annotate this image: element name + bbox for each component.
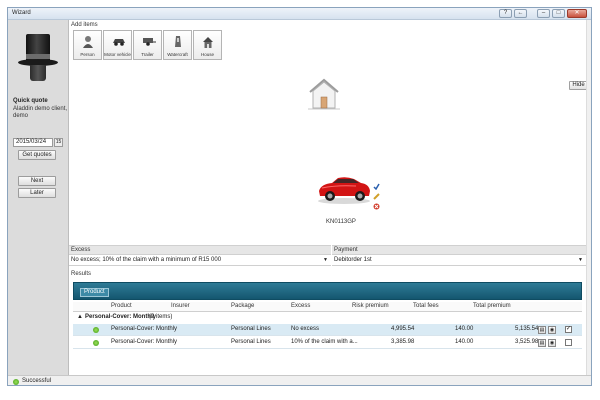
quote-date-field[interactable]: 2015/03/24 (13, 138, 53, 147)
magic-hat-logo (16, 34, 60, 82)
group-title: Personal-Cover: Monthly (85, 314, 157, 320)
car-icon[interactable] (316, 172, 372, 204)
cell-total-fees: 140.00 (455, 326, 474, 332)
cell-excess: No excess (291, 326, 320, 332)
vehicle-registration: KN0113GP (326, 219, 356, 225)
col-excess[interactable]: Excess (291, 302, 310, 311)
status-ok-icon (93, 327, 99, 333)
calendar-icon[interactable]: 15 (54, 138, 63, 147)
cell-package: Personal Lines (231, 339, 271, 345)
tool-label: Motor vehicle (104, 52, 131, 57)
wizard-window: Wizard ? ← – □ ✕ Quick quote Aladdin dem… (7, 7, 592, 386)
sidebar: Quick quote Aladdin demo client, demo 20… (8, 20, 69, 375)
excess-value: No excess; 10% of the claim with a minim… (71, 257, 222, 263)
add-trailer-button[interactable]: Trailer (133, 30, 162, 60)
delete-icon[interactable] (373, 203, 380, 210)
add-house-button[interactable]: House (193, 30, 222, 60)
excess-header: Excess (69, 245, 331, 255)
payment-value: Debitorder 1st (334, 257, 372, 263)
person-icon (83, 36, 93, 48)
select-checkbox[interactable] (565, 339, 572, 346)
excess-dropdown[interactable]: No excess; 10% of the claim with a minim… (69, 256, 331, 266)
vertical-scrollbar[interactable] (586, 20, 591, 375)
maximize-button[interactable]: □ (552, 9, 565, 18)
col-package[interactable]: Package (231, 302, 254, 311)
select-checkbox[interactable]: ✓ (565, 326, 572, 333)
results-grid-header: Product Insurer Package Excess Risk prem… (73, 302, 582, 312)
tool-label: Person (80, 52, 95, 57)
col-total-fees[interactable]: Total fees (413, 302, 439, 311)
add-items-label: Add items (71, 22, 98, 28)
cell-total-premium: 3,525.98 (515, 339, 539, 345)
status-ok-icon (93, 340, 99, 346)
col-risk-premium[interactable]: Risk premium (352, 302, 389, 311)
add-items-toolbar: Person Motor vehicle Trailer Watercraft (73, 30, 222, 60)
chevron-down-icon: ▼ (323, 257, 328, 263)
product-tab-bar: Product (73, 282, 582, 300)
payment-dropdown[interactable]: Debitorder 1st ▼ (332, 256, 586, 266)
status-ok-icon (13, 379, 19, 385)
car-icon (113, 39, 125, 46)
watercraft-icon (175, 36, 181, 47)
cell-excess: 10% of the claim with a... (291, 339, 358, 345)
get-quotes-button[interactable]: Get quotes (18, 150, 56, 160)
col-product[interactable]: Product (111, 302, 132, 311)
window-title: Wizard (12, 10, 31, 16)
minimize-button[interactable]: – (537, 9, 550, 18)
group-count: (2 items) (149, 314, 173, 320)
document-icon[interactable]: ▤ (538, 339, 546, 347)
cell-product: Personal-Cover: Monthly (111, 326, 178, 332)
tab-product[interactable]: Product (80, 288, 109, 297)
status-text: Successful (22, 378, 52, 384)
cell-risk-premium: 4,995.54 (391, 326, 415, 332)
cell-package: Personal Lines (231, 326, 271, 332)
next-button[interactable]: Next (18, 176, 56, 186)
add-motor-vehicle-button[interactable]: Motor vehicle (103, 30, 132, 60)
document-icon[interactable]: ▤ (538, 326, 546, 334)
collapse-icon[interactable]: ▲ (77, 313, 83, 322)
col-insurer[interactable]: Insurer (171, 302, 190, 311)
tool-label: Trailer (141, 52, 154, 57)
cell-risk-premium: 3,385.98 (391, 339, 415, 345)
close-button[interactable]: ✕ (567, 9, 587, 18)
edit-icon[interactable] (373, 193, 380, 200)
view-icon[interactable]: ◉ (548, 326, 556, 334)
later-button[interactable]: Later (18, 188, 56, 198)
chevron-down-icon: ▼ (578, 257, 583, 263)
group-row[interactable]: ▲ Personal-Cover: Monthly (2 items) (73, 313, 582, 323)
add-person-button[interactable]: Person (73, 30, 102, 60)
house-icon[interactable] (308, 77, 340, 111)
results-label: Results (71, 271, 92, 277)
cell-total-premium: 5,135.54 (515, 326, 539, 332)
sidebar-title: Quick quote (13, 98, 48, 104)
cell-product: Personal-Cover: Monthly (111, 339, 178, 345)
client-name: Aladdin demo client, demo (13, 106, 68, 119)
vehicle-actions (373, 183, 380, 210)
view-icon[interactable]: ◉ (548, 339, 556, 347)
add-watercraft-button[interactable]: Watercraft (163, 30, 192, 60)
status-bar: Successful (8, 375, 591, 385)
payment-header: Payment (332, 245, 591, 255)
col-total-premium[interactable]: Total premium (473, 302, 511, 311)
help-icon[interactable]: ? (499, 9, 512, 18)
tool-label: Watercraft (167, 52, 188, 57)
title-bar: Wizard ? ← – □ ✕ (8, 8, 591, 20)
checkmark-icon[interactable] (373, 183, 380, 190)
house-icon (203, 37, 213, 48)
back-icon[interactable]: ← (514, 9, 527, 18)
main-panel: Add items Person Motor vehicle Trailer W… (69, 20, 591, 375)
tool-label: House (200, 52, 214, 57)
table-row[interactable]: Personal-Cover: Monthly Personal Lines 1… (73, 337, 582, 349)
trailer-icon (143, 38, 156, 46)
table-row[interactable]: Personal-Cover: Monthly Personal Lines N… (73, 324, 582, 336)
cell-total-fees: 140.00 (455, 339, 474, 345)
